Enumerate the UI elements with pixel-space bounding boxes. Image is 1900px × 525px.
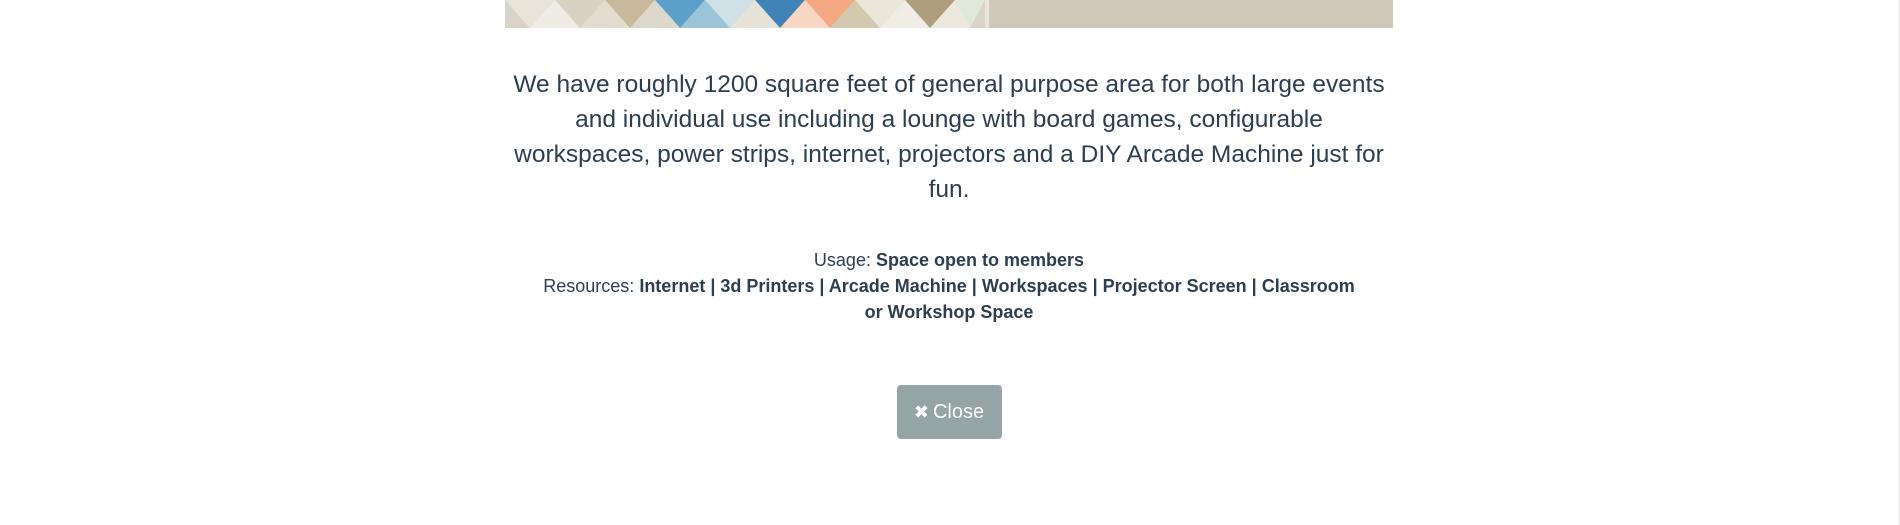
- resources-line: Resources: Internet | 3d Printers | Arca…: [534, 273, 1364, 325]
- close-wrap: ✖ Close: [505, 385, 1393, 439]
- modal-body: We have roughly 1200 square feet of gene…: [505, 0, 1393, 439]
- close-button[interactable]: ✖ Close: [896, 385, 1002, 439]
- resources-value: Internet | 3d Printers | Arcade Machine …: [639, 276, 1355, 322]
- close-label: Close: [932, 400, 985, 423]
- page: We have roughly 1200 square feet of gene…: [0, 0, 1900, 525]
- space-description: We have roughly 1200 square feet of gene…: [513, 71, 1385, 203]
- space-meta: Usage: Space open to members Resources: …: [505, 247, 1393, 325]
- usage-line: Usage: Space open to members: [505, 247, 1393, 273]
- usage-label: Usage:: [813, 250, 871, 270]
- usage-value: Space open to members: [875, 250, 1085, 270]
- close-icon: ✖: [913, 402, 929, 422]
- resources-label: Resources:: [543, 276, 635, 296]
- space-photo: [505, 0, 1393, 28]
